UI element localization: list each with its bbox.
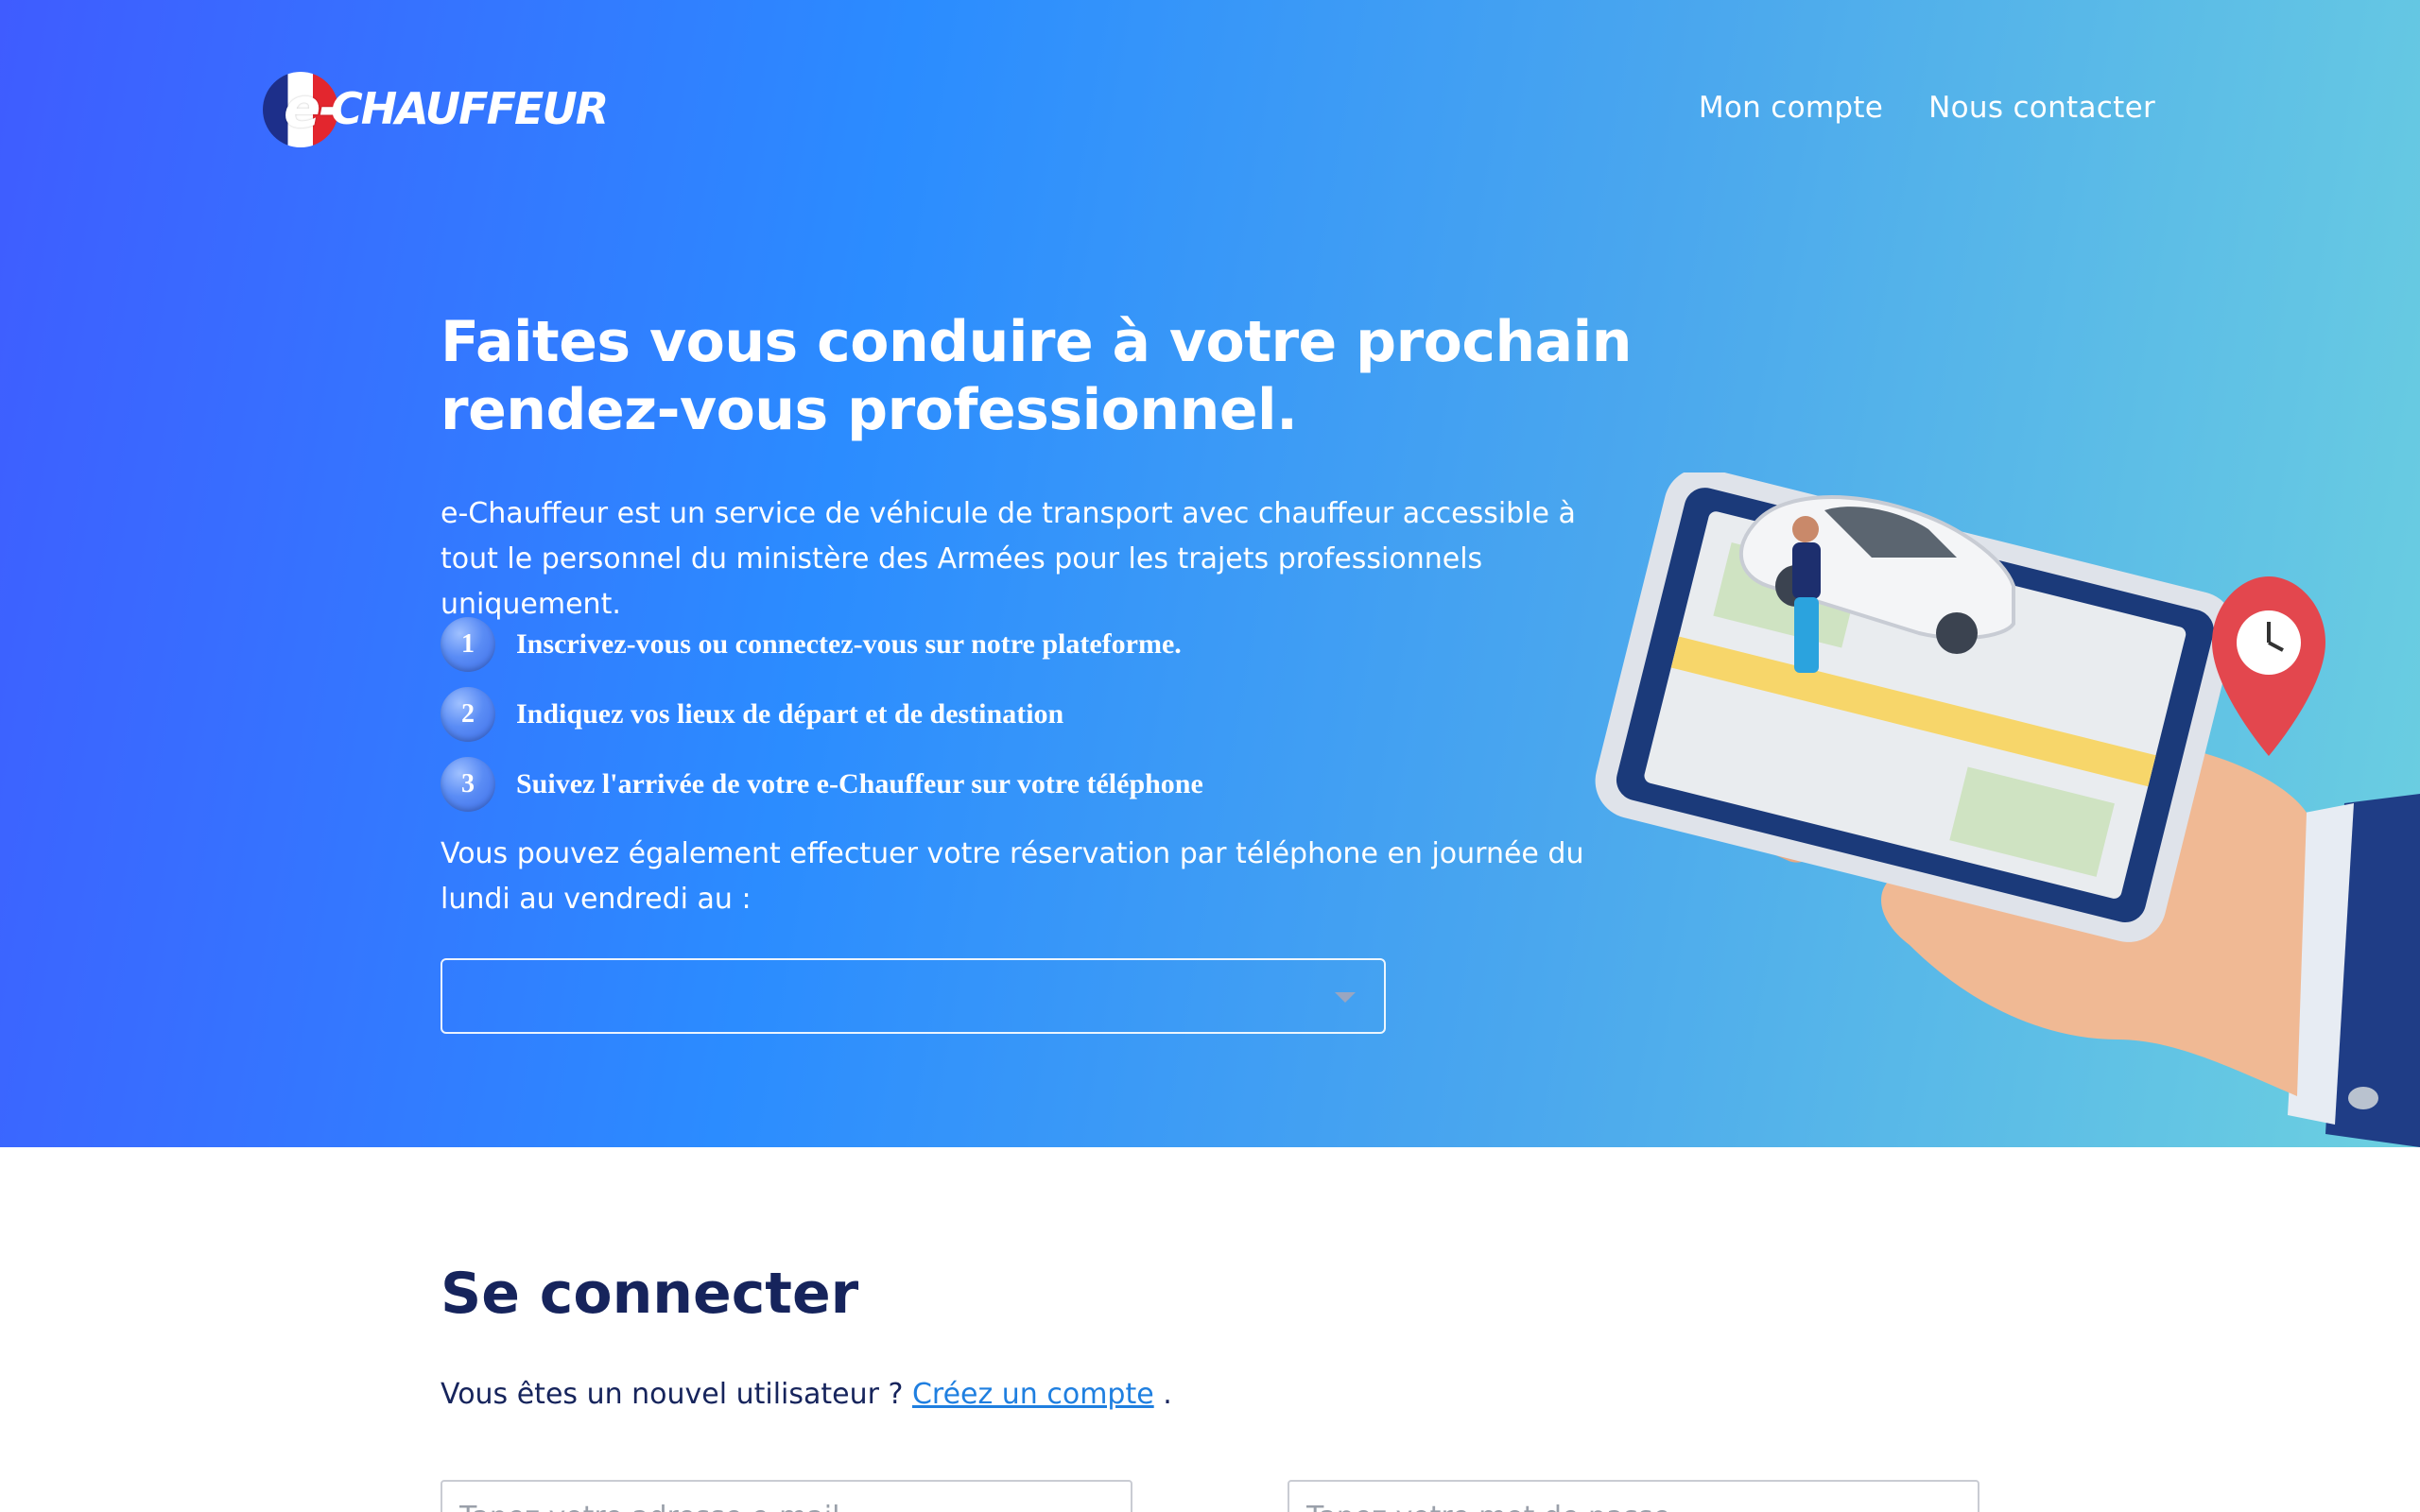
hero-title: Faites vous conduire à votre prochain re… bbox=[441, 309, 1632, 443]
logo-wordmark: CHAUFFEUR bbox=[331, 83, 609, 134]
numbered-circle-icon: 1 bbox=[441, 617, 495, 672]
new-user-suffix: . bbox=[1163, 1378, 1172, 1411]
step-item: 2 Indiquez vos lieux de départ et de des… bbox=[441, 679, 1575, 749]
cufflink bbox=[2348, 1087, 2378, 1109]
phone-number-select[interactable] bbox=[441, 958, 1386, 1034]
email-field[interactable] bbox=[442, 1482, 1131, 1512]
step-item: 3 Suivez l'arrivée de votre e-Chauffeur … bbox=[441, 749, 1575, 819]
brand-logo[interactable]: e- CHAUFFEUR bbox=[263, 68, 609, 149]
new-user-line: Vous êtes un nouvel utilisateur ? Créez … bbox=[441, 1378, 1172, 1411]
main-nav: Mon compte Nous contacter bbox=[1699, 91, 2155, 125]
clock-pin-icon bbox=[2212, 576, 2325, 756]
step-item: 1 Inscrivez-vous ou connectez-vous sur n… bbox=[441, 610, 1575, 679]
hero-section: e- CHAUFFEUR Mon compte Nous contacter F… bbox=[0, 0, 2420, 1147]
phone-in-hand-illustration bbox=[1595, 472, 2420, 1147]
password-field-wrapper bbox=[1288, 1480, 1979, 1512]
new-user-prefix: Vous êtes un nouvel utilisateur ? bbox=[441, 1378, 904, 1411]
chevron-down-icon bbox=[1335, 992, 1356, 1003]
create-account-link[interactable]: Créez un compte bbox=[912, 1378, 1154, 1411]
step-text: Indiquez vos lieux de départ et de desti… bbox=[516, 698, 1064, 730]
nav-contact-link[interactable]: Nous contacter bbox=[1928, 91, 2155, 125]
numbered-circle-icon: 2 bbox=[441, 687, 495, 742]
phone-booking-note: Vous pouvez également effectuer votre ré… bbox=[441, 837, 1584, 916]
numbered-circle-icon: 3 bbox=[441, 757, 495, 812]
nav-my-account-link[interactable]: Mon compte bbox=[1699, 91, 1883, 125]
hero-description: e-Chauffeur est un service de véhicule d… bbox=[441, 497, 1576, 621]
steps-list: 1 Inscrivez-vous ou connectez-vous sur n… bbox=[441, 610, 1575, 819]
password-field[interactable] bbox=[1289, 1482, 1978, 1512]
login-title: Se connecter bbox=[441, 1261, 859, 1327]
email-field-wrapper bbox=[441, 1480, 1132, 1512]
step-text: Suivez l'arrivée de votre e-Chauffeur su… bbox=[516, 768, 1203, 799]
step-text: Inscrivez-vous ou connectez-vous sur not… bbox=[516, 628, 1182, 660]
